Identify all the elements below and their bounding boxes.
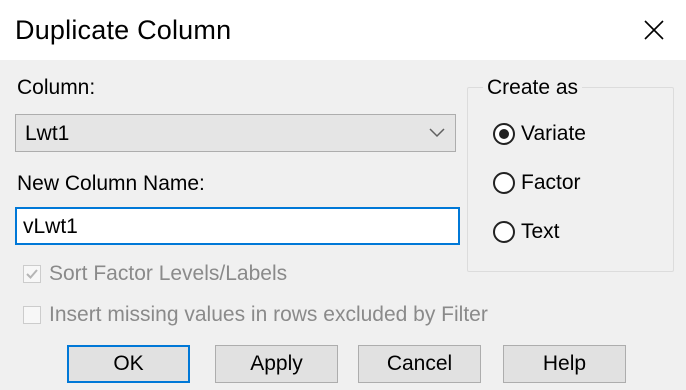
column-label: Column: <box>17 76 96 99</box>
cancel-button[interactable]: Cancel <box>358 345 481 383</box>
new-column-name-input[interactable]: vLwt1 <box>15 207 460 245</box>
sort-levels-checkbox[interactable]: Sort Factor Levels/Labels <box>23 262 287 286</box>
close-icon <box>644 20 664 40</box>
new-column-name-value: vLwt1 <box>23 215 78 238</box>
column-dropdown[interactable]: Lwt1 <box>15 114 456 152</box>
create-as-title: Create as <box>483 76 583 100</box>
insert-missing-label: Insert missing values in rows excluded b… <box>49 303 488 326</box>
ok-button[interactable]: OK <box>67 345 190 383</box>
title-bar: Duplicate Column <box>0 0 686 60</box>
apply-button[interactable]: Apply <box>215 345 338 383</box>
checkmark-icon <box>26 269 38 279</box>
chevron-down-icon <box>429 128 445 138</box>
radio-factor-label: Factor <box>521 171 581 194</box>
radio-factor-circle <box>493 172 515 194</box>
insert-missing-checkbox[interactable]: Insert missing values in rows excluded b… <box>23 303 488 327</box>
close-button[interactable] <box>622 0 686 60</box>
radio-variate-label: Variate <box>521 122 586 145</box>
help-button[interactable]: Help <box>503 345 626 383</box>
radio-selected-dot <box>499 129 509 139</box>
sort-levels-label: Sort Factor Levels/Labels <box>49 262 288 285</box>
radio-text-label: Text <box>521 220 560 243</box>
radio-variate[interactable]: Variate <box>493 122 586 146</box>
radio-text[interactable]: Text <box>493 220 560 244</box>
radio-text-circle <box>493 221 515 243</box>
new-column-name-label: New Column Name: <box>17 172 205 195</box>
radio-variate-circle <box>493 123 515 145</box>
insert-missing-checkbox-box <box>23 306 41 324</box>
radio-factor[interactable]: Factor <box>493 171 581 195</box>
sort-levels-checkbox-box <box>23 265 41 283</box>
dialog-title: Duplicate Column <box>15 15 232 45</box>
column-dropdown-value: Lwt1 <box>25 122 70 145</box>
